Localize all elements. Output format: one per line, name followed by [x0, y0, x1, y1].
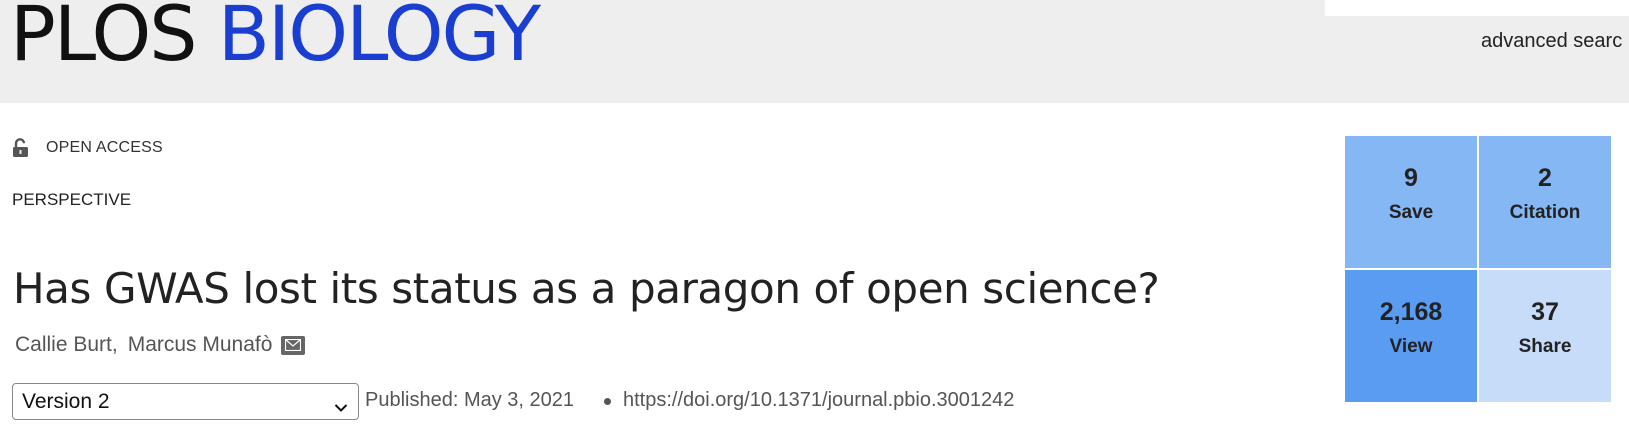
advanced-search-link[interactable]: advanced searc: [1481, 30, 1622, 53]
metric-share-value: 37: [1531, 298, 1559, 326]
metric-view[interactable]: 2,168 View: [1345, 270, 1477, 402]
envelope-icon[interactable]: [281, 335, 306, 355]
logo-plos: PLOS: [10, 0, 198, 78]
article-title: Has GWAS lost its status as a paragon of…: [13, 264, 1160, 313]
metric-save[interactable]: 9 Save: [1345, 136, 1477, 268]
version-selected-value: Version 2: [22, 389, 110, 413]
bullet-separator: [604, 398, 611, 405]
metric-view-value: 2,168: [1379, 298, 1443, 326]
metric-save-label: Save: [1388, 202, 1434, 223]
publication-date: Published: May 3, 2021: [365, 389, 575, 411]
open-access-badge: OPEN ACCESS: [12, 138, 163, 158]
metric-citation[interactable]: 2 Citation: [1479, 136, 1611, 268]
author-link-burt[interactable]: Callie Burt,: [15, 333, 118, 357]
metric-view-label: View: [1389, 336, 1433, 357]
search-bar-strip[interactable]: [1325, 0, 1629, 16]
site-header: PLOS BIOLOGY advanced searc: [0, 0, 1629, 103]
metric-share-label: Share: [1518, 336, 1572, 357]
doi-link[interactable]: https://doi.org/10.1371/journal.pbio.300…: [623, 389, 1014, 412]
metric-citation-value: 2: [1538, 164, 1552, 192]
metric-citation-label: Citation: [1509, 202, 1581, 223]
unlocked-padlock-icon: [12, 138, 30, 158]
metric-share[interactable]: 37 Share: [1479, 270, 1611, 402]
open-access-label: OPEN ACCESS: [46, 139, 163, 156]
author-list: Callie Burt, Marcus Munafò: [15, 333, 306, 357]
journal-logo[interactable]: PLOS BIOLOGY: [10, 0, 541, 72]
version-dropdown[interactable]: Version 2: [12, 383, 359, 420]
chevron-down-icon: [334, 395, 348, 419]
metric-save-value: 9: [1404, 164, 1418, 192]
article-type: PERSPECTIVE: [12, 190, 132, 209]
article-metrics: 9 Save 2 Citation 2,168 View 37 Share: [1345, 136, 1613, 402]
logo-biology: BIOLOGY: [217, 0, 541, 78]
author-link-munafo[interactable]: Marcus Munafò: [128, 333, 273, 357]
